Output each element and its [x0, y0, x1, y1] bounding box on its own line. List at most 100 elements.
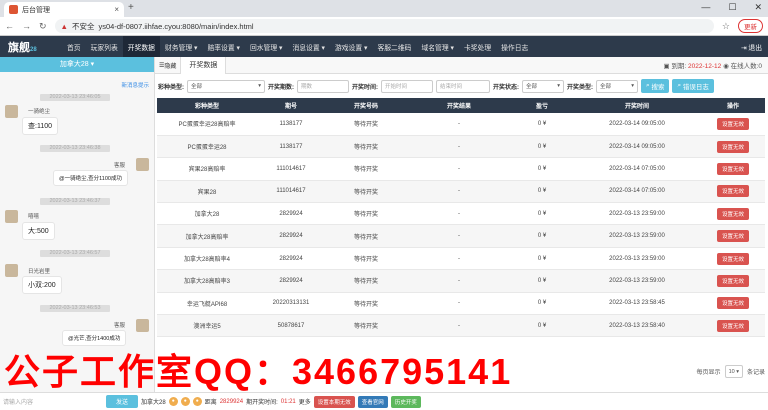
chat-room-select[interactable]: 加拿大28 ▾: [0, 57, 154, 72]
chat-nick: 一骑绝尘: [28, 109, 51, 115]
start-time-input[interactable]: 开始时间: [381, 79, 433, 93]
countdown: 01:21: [280, 398, 296, 405]
page-size-select[interactable]: 10 ▾: [724, 365, 743, 378]
search-label: 搜索: [651, 84, 665, 91]
kind-value: 全部: [600, 84, 612, 90]
type-select[interactable]: 全部 ▾: [187, 79, 265, 93]
chat-nick: 客服: [114, 163, 126, 169]
menu-draw-data[interactable]: 开奖数据: [122, 36, 160, 57]
table-cell: 2022-03-13 23:59:00: [573, 269, 701, 293]
set-invalid-button[interactable]: 设置无效: [716, 230, 749, 243]
table-cell: 2022-03-13 23:59:00: [573, 247, 701, 271]
tab-draw-data[interactable]: 开奖数据: [181, 56, 227, 74]
menu-odds[interactable]: 赔率设置 ▾: [202, 36, 245, 57]
table-row: PC蛋蛋幸运28高赔率 1138177 等待开奖 -0 ¥2022-03-14 09:…: [157, 113, 765, 136]
table-header-row: 彩种类型 期号 开奖号码 开奖结果 盈亏 开奖时间 操作: [157, 98, 765, 113]
table-cell: 2022-03-14 07:05:00: [573, 157, 701, 181]
forward-icon[interactable]: →: [22, 21, 31, 31]
minimize-icon[interactable]: —: [701, 2, 710, 13]
table-cell: 0 ¥: [511, 247, 573, 271]
end-time-input[interactable]: 结束时间: [436, 79, 490, 93]
user-icon: ◉: [723, 63, 729, 70]
search-button[interactable]: ⌕ 搜索: [641, 79, 670, 93]
menu-rebate[interactable]: 回水管理 ▾: [245, 36, 288, 57]
status-select[interactable]: 全部 ▾: [522, 79, 564, 93]
error-log-button[interactable]: ⌕ 错误日志: [672, 79, 714, 93]
update-button[interactable]: 更新: [738, 19, 763, 33]
type-label: 彩种类型:: [158, 84, 184, 91]
maximize-icon[interactable]: ☐: [728, 2, 736, 13]
expire-date: 2022-12-12: [688, 63, 722, 70]
browser-tab-title: 后台管理: [22, 6, 50, 14]
logout-button[interactable]: ⇥ 退出: [741, 42, 768, 52]
set-invalid-button[interactable]: 设置无效: [716, 140, 749, 153]
table-cell: 1138177: [257, 113, 325, 136]
table-cell: 0 ¥: [511, 157, 573, 181]
set-invalid-button[interactable]: 设置无效: [716, 185, 749, 198]
send-button[interactable]: 发送: [106, 395, 139, 408]
browser-tab[interactable]: 后台管理 ×: [4, 2, 124, 17]
invalidate-issue-button[interactable]: 设置本期无效: [313, 395, 355, 408]
menu-game-settings[interactable]: 游戏设置 ▾: [330, 36, 373, 57]
table-cell: 等待开奖: [325, 157, 407, 181]
star-icon[interactable]: ☆: [722, 21, 730, 32]
result-ball: ●: [168, 397, 178, 406]
table-cell: 2829924: [257, 269, 325, 293]
menu-stuck-draw[interactable]: 卡奖处理: [459, 36, 496, 57]
history-button[interactable]: 历史开奖: [390, 395, 421, 408]
back-icon[interactable]: ←: [5, 21, 14, 31]
table-cell: 设置无效: [701, 157, 765, 181]
issue-label: 开奖期数:: [268, 84, 294, 91]
watermark-text: 公子工作室QQ：3466795141: [4, 351, 513, 392]
next-issue-label: 距离: [204, 400, 217, 406]
issue-input[interactable]: 期数: [297, 79, 349, 93]
menu-home[interactable]: 首页: [62, 36, 86, 57]
col-draw-time: 开奖时间: [573, 98, 701, 113]
avatar: [5, 105, 18, 118]
table-cell: 等待开奖: [325, 113, 407, 136]
chat-bubble: 查:1100: [22, 117, 58, 135]
window-close-icon[interactable]: ✕: [754, 2, 762, 13]
more-link[interactable]: 更多: [299, 397, 311, 406]
logout-label: 退出: [748, 44, 762, 52]
set-invalid-button[interactable]: 设置无效: [716, 117, 749, 130]
page-size-suffix: 条记录: [746, 370, 765, 376]
kind-select[interactable]: 全部 ▾: [596, 79, 638, 93]
set-invalid-button[interactable]: 设置无效: [716, 319, 749, 332]
search-icon: ⌕: [677, 82, 682, 89]
col-issue: 期号: [257, 98, 325, 113]
new-tab-icon[interactable]: +: [128, 2, 134, 13]
set-invalid-button[interactable]: 设置无效: [716, 162, 749, 175]
menu-domain[interactable]: 域名管理 ▾: [416, 36, 459, 57]
chat-timestamp: 2022-03-13 23:46:37: [40, 198, 110, 205]
reload-icon[interactable]: ↻: [39, 21, 47, 32]
table-cell: 2022-03-14 09:05:00: [573, 113, 701, 136]
result-ball: ●: [180, 397, 190, 406]
new-message-hint[interactable]: 新消息提示: [121, 81, 149, 89]
menu-logs[interactable]: 操作日志: [496, 36, 533, 57]
table-cell: 设置无效: [701, 135, 765, 159]
close-tab-icon[interactable]: ×: [114, 5, 119, 14]
window-controls: — ☐ ✕: [701, 2, 762, 13]
chat-input[interactable]: 请输入内容: [3, 397, 103, 406]
draw-table: 彩种类型 期号 开奖号码 开奖结果 盈亏 开奖时间 操作 PC蛋蛋幸运28高赔率…: [157, 98, 765, 338]
menu-finance[interactable]: 财务管理 ▾: [160, 36, 203, 57]
set-invalid-button[interactable]: 设置无效: [716, 297, 749, 310]
table-cell: 设置无效: [701, 202, 765, 226]
menu-qrcode[interactable]: 客服二维码: [372, 36, 416, 57]
table-cell: -: [407, 247, 511, 271]
chat-bubble: 大:500: [22, 222, 55, 240]
toggle-sidebar-button[interactable]: ☰ 隐藏: [155, 56, 182, 74]
table-cell: -: [407, 314, 511, 338]
set-invalid-button[interactable]: 设置无效: [716, 274, 749, 287]
error-log-label: 错误日志: [682, 84, 709, 91]
table-cell: 设置无效: [701, 292, 765, 316]
status-value: 全部: [526, 84, 538, 90]
menu-messages[interactable]: 消息设置 ▾: [287, 36, 330, 57]
set-invalid-button[interactable]: 设置无效: [716, 207, 749, 220]
search-icon: ⌕: [646, 82, 650, 89]
url-field[interactable]: ▲ 不安全 ys04-df-0807.iihfae.cyou:8080/main…: [54, 19, 714, 33]
set-invalid-button[interactable]: 设置无效: [716, 252, 749, 265]
official-site-button[interactable]: 查看官网: [357, 395, 388, 408]
menu-players[interactable]: 玩家列表: [86, 36, 123, 57]
